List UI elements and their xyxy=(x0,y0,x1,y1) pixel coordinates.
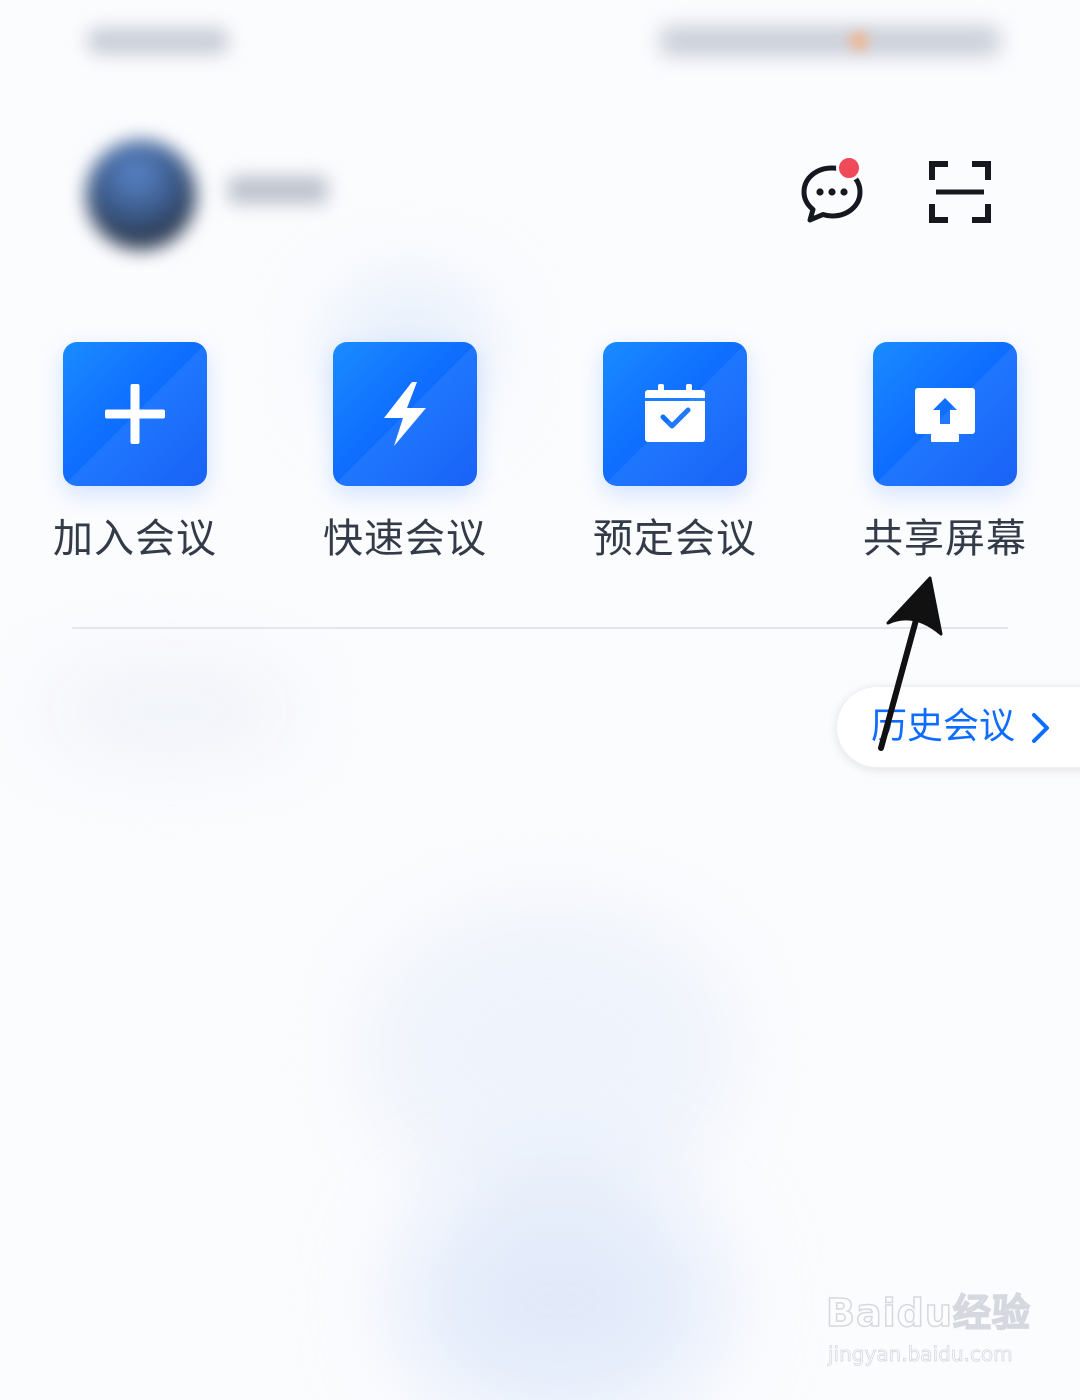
avatar[interactable] xyxy=(86,140,196,250)
calendar-check-icon xyxy=(645,384,705,442)
plus-icon xyxy=(105,384,165,444)
schedule-meeting-button[interactable]: 预定会议 xyxy=(575,342,775,582)
history-meetings-button[interactable]: 历史会议 xyxy=(836,686,1080,768)
background-glow xyxy=(360,900,740,1200)
user-name[interactable] xyxy=(228,176,328,204)
watermark-url: jingyan.baidu.com xyxy=(828,1342,1013,1367)
watermark-logo-text: Baidu经验 xyxy=(825,1290,1031,1336)
share-screen-label: 共享屏幕 xyxy=(863,516,1027,562)
quick-meeting-button[interactable]: 快速会议 xyxy=(305,342,505,582)
chevron-right-icon xyxy=(1032,713,1049,743)
quick-meeting-tile[interactable] xyxy=(333,342,477,486)
quick-meeting-label: 快速会议 xyxy=(323,516,487,562)
join-meeting-label: 加入会议 xyxy=(53,516,217,562)
notification-dot xyxy=(836,155,862,181)
background-glow xyxy=(400,1180,720,1400)
schedule-meeting-tile[interactable] xyxy=(603,342,747,486)
join-meeting-tile[interactable] xyxy=(63,342,207,486)
app-home-screen: 加入会议 快速会议 预定会议 共享屏幕 历史会议 Baidu经验 jingyan… xyxy=(0,0,1080,1400)
scan-icon[interactable] xyxy=(926,158,994,226)
history-meetings-label: 历史会议 xyxy=(871,706,1016,747)
status-bar-time xyxy=(88,28,228,54)
divider xyxy=(72,627,1008,629)
join-meeting-button[interactable]: 加入会议 xyxy=(35,342,235,582)
watermark: Baidu经验 jingyan.baidu.com xyxy=(825,1282,1036,1382)
share-screen-tile[interactable] xyxy=(873,342,1017,486)
share-screen-button[interactable]: 共享屏幕 xyxy=(845,342,1045,582)
status-bar-indicator-dot xyxy=(850,32,868,50)
background-glow xyxy=(40,660,300,760)
status-bar-indicators xyxy=(660,26,1000,56)
lightning-icon xyxy=(384,382,426,446)
schedule-meeting-label: 预定会议 xyxy=(593,516,757,562)
share-screen-icon xyxy=(915,388,975,442)
